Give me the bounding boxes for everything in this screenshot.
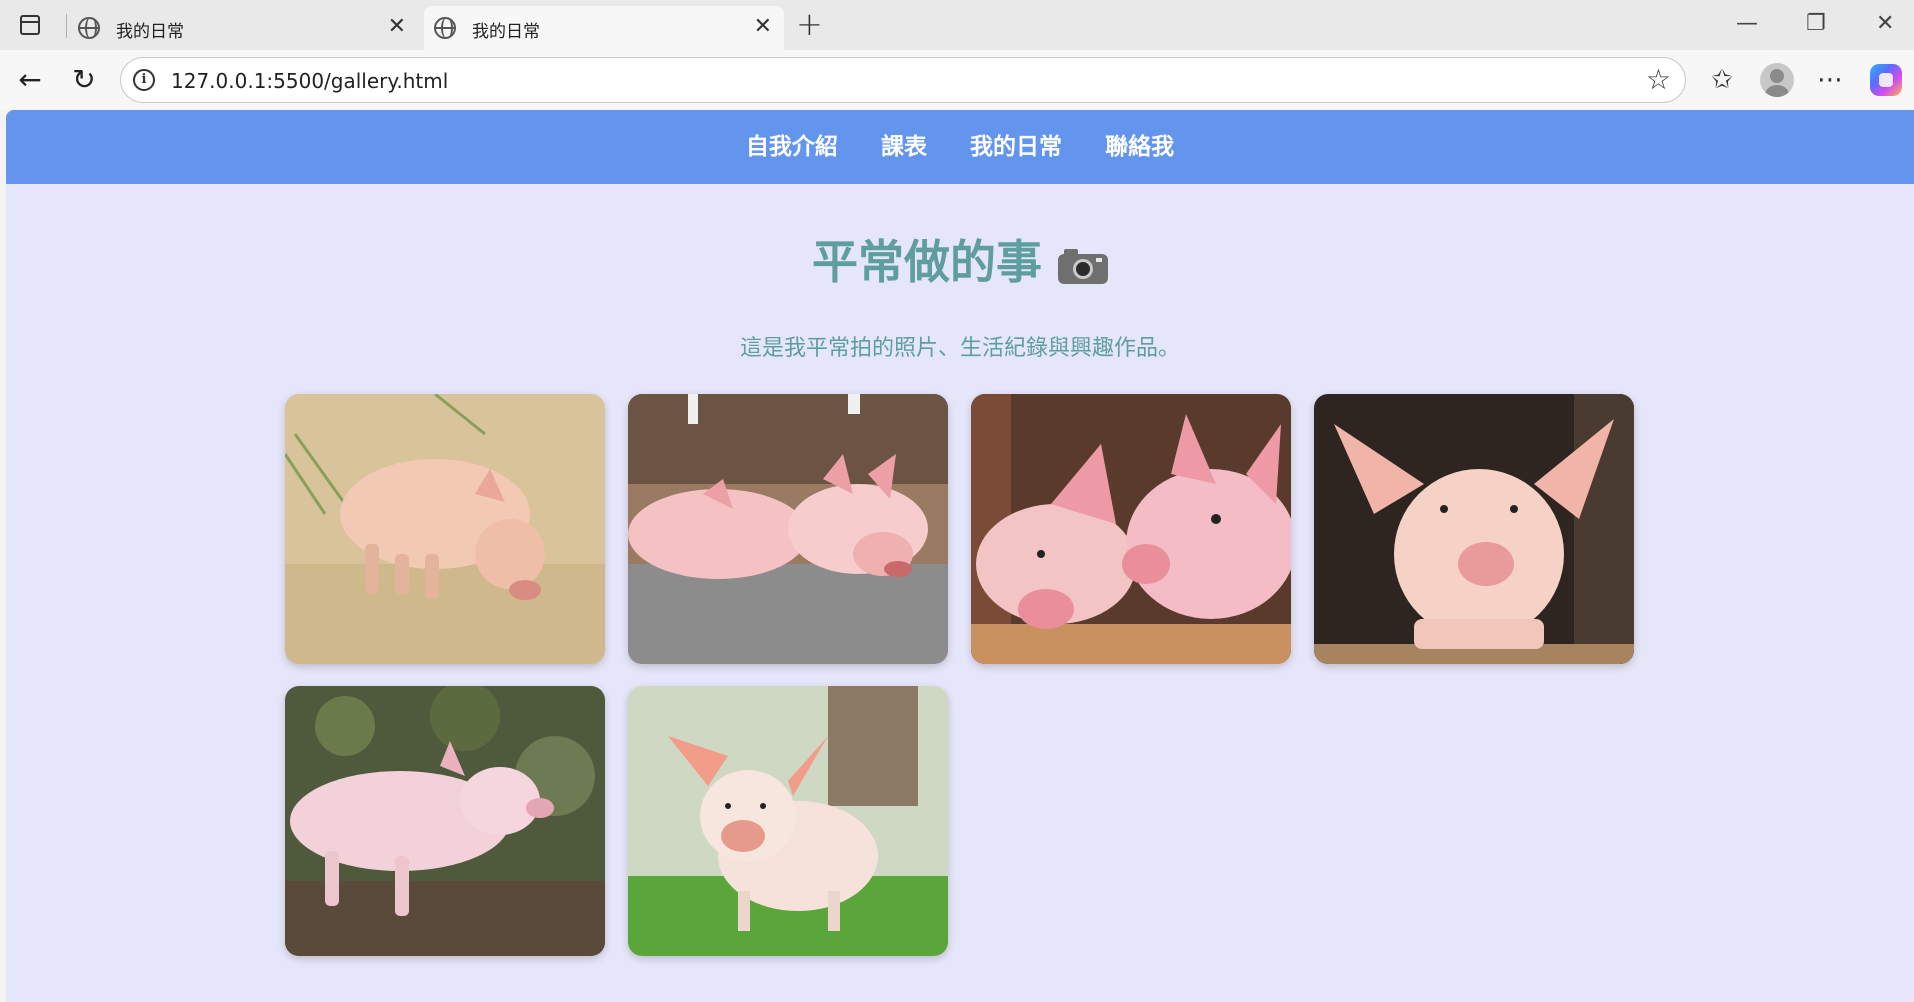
close-tab-icon[interactable]: ✕ xyxy=(754,15,772,39)
nav-link-contact[interactable]: 聯絡我 xyxy=(1105,110,1174,184)
page-viewport: 自我介紹 課表 我的日常 聯絡我 平常做的事 這是我平常拍的照片、生活紀錄與興趣… xyxy=(6,110,1914,1002)
address-bar[interactable]: i 127.0.0.1:5500/gallery.html ☆ xyxy=(120,57,1686,103)
refresh-icon[interactable]: ↻ xyxy=(66,62,102,98)
tab-2-active[interactable]: 我的日常 ✕ xyxy=(424,6,784,50)
back-icon[interactable]: ← xyxy=(12,62,48,98)
browser-toolbar: ← ↻ i 127.0.0.1:5500/gallery.html ☆ ✩ ⋯ xyxy=(0,50,1914,110)
gallery-photo-pigs-lying[interactable] xyxy=(628,394,948,664)
site-nav: 自我介紹 課表 我的日常 聯絡我 xyxy=(6,110,1914,184)
minimize-button[interactable]: — xyxy=(1736,10,1758,38)
url-text[interactable]: 127.0.0.1:5500/gallery.html xyxy=(171,69,448,93)
restore-button[interactable]: ❐ xyxy=(1806,10,1826,38)
tab-title: 我的日常 xyxy=(116,22,184,42)
gallery-photo-pig-fence[interactable] xyxy=(1314,394,1634,664)
camera-icon xyxy=(1058,246,1108,284)
gallery-photo-piglet-grass[interactable] xyxy=(628,686,948,956)
tab-1[interactable]: 我的日常 ✕ xyxy=(68,6,418,50)
gallery-photo-pig-wall[interactable] xyxy=(285,686,605,956)
close-window-button[interactable]: ✕ xyxy=(1876,10,1894,38)
nav-link-about[interactable]: 自我介紹 xyxy=(746,110,838,184)
star-icon[interactable]: ☆ xyxy=(1646,64,1671,96)
copilot-icon[interactable] xyxy=(1870,64,1902,96)
nav-link-daily[interactable]: 我的日常 xyxy=(970,110,1062,184)
page-title-text: 平常做的事 xyxy=(812,235,1042,289)
close-tab-icon[interactable]: ✕ xyxy=(388,15,406,39)
more-icon[interactable]: ⋯ xyxy=(1812,62,1848,98)
tab-divider xyxy=(66,14,67,38)
favorites-icon[interactable]: ✩ xyxy=(1704,62,1740,98)
new-tab-button[interactable]: + xyxy=(796,6,823,42)
page-title: 平常做的事 xyxy=(6,226,1914,292)
globe-icon xyxy=(434,17,456,39)
nav-link-schedule[interactable]: 課表 xyxy=(881,110,927,184)
page-subtitle: 這是我平常拍的照片、生活紀錄與興趣作品。 xyxy=(739,336,1180,361)
gallery-photo-pigs-nuzzling[interactable] xyxy=(971,394,1291,664)
info-icon[interactable]: i xyxy=(133,69,155,91)
tab-strip: 我的日常 ✕ 我的日常 ✕ + — ❐ ✕ xyxy=(0,0,1914,50)
tab-title: 我的日常 xyxy=(472,22,540,42)
gallery-photo-piglet-sand[interactable] xyxy=(285,394,605,664)
sidebar-icon[interactable] xyxy=(16,11,44,39)
profile-icon[interactable] xyxy=(1760,63,1794,97)
globe-icon xyxy=(78,17,100,39)
